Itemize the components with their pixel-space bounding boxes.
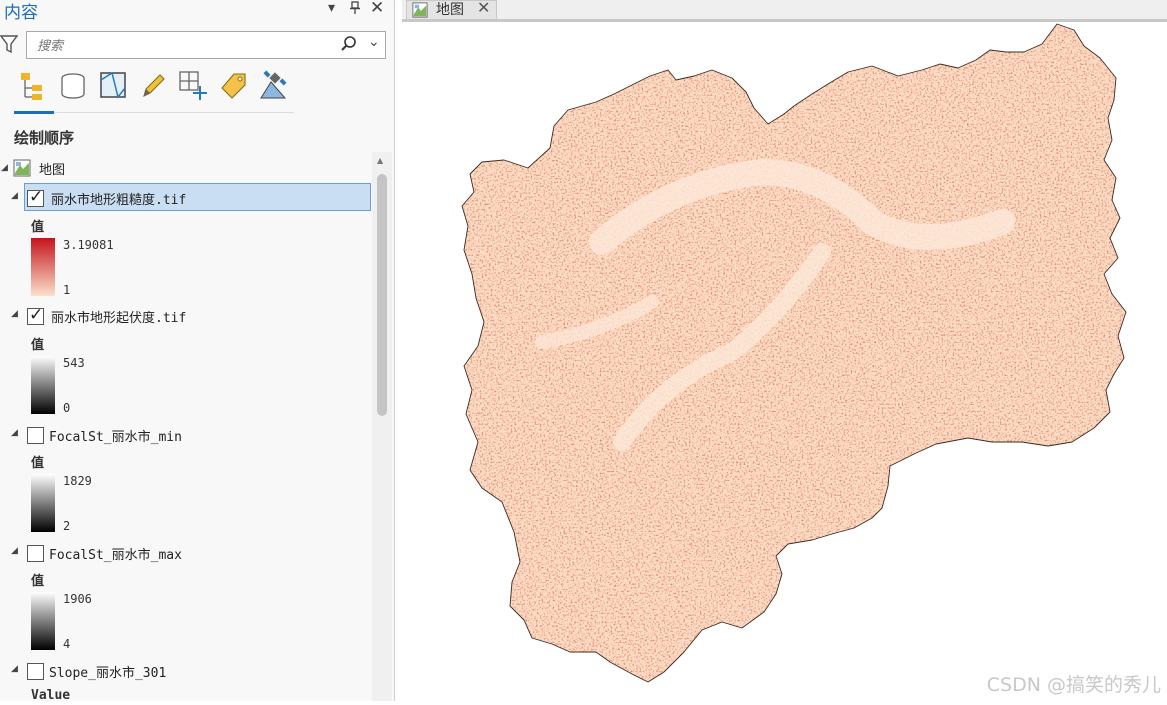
chevron-down-icon[interactable]: ⌄ <box>368 34 380 50</box>
close-tab-icon[interactable]: ✕ <box>477 0 490 17</box>
map-canvas[interactable]: CSDN @搞笑的秀儿 <box>402 22 1167 701</box>
layer-name[interactable]: Slope_丽水市_301 <box>49 662 166 681</box>
lishui-roughness-raster <box>461 23 1127 683</box>
search-input[interactable] <box>35 37 329 54</box>
layer-visibility-checkbox[interactable] <box>27 663 44 680</box>
selection-icon[interactable] <box>98 70 128 104</box>
color-ramp <box>31 238 55 296</box>
legend-title: 值 <box>31 574 45 589</box>
filter-icon[interactable] <box>0 34 19 58</box>
collapse-triangle-icon[interactable]: ◢ <box>11 546 18 556</box>
tab-map[interactable]: 地图 ✕ <box>406 0 497 19</box>
legend-low-value: 2 <box>63 519 71 533</box>
toolbar-divider <box>54 112 294 113</box>
layer-name[interactable]: FocalSt_丽水市_max <box>49 544 182 563</box>
map-name[interactable]: 地图 <box>39 159 65 178</box>
color-ramp <box>31 356 55 414</box>
layer-name[interactable]: 丽水市地形起伏度.tif <box>51 307 186 326</box>
layer-name[interactable]: 丽水市地形粗糙度.tif <box>51 189 186 208</box>
vertical-scrollbar[interactable]: ▲ <box>372 152 392 701</box>
search-icon[interactable] <box>341 35 357 57</box>
color-ramp <box>31 592 55 650</box>
collapse-triangle-icon[interactable]: ◢ <box>11 309 18 319</box>
list-by-drawing-order-icon[interactable] <box>18 70 48 104</box>
collapse-triangle-icon[interactable]: ◢ <box>11 428 18 438</box>
view-tab-bar <box>402 0 1167 20</box>
section-title: 绘制顺序 <box>14 129 75 147</box>
legend-high-value: 3.19081 <box>63 238 114 252</box>
active-tool-underline <box>14 111 54 114</box>
contents-toolbar <box>14 70 314 110</box>
layer-visibility-checkbox[interactable] <box>27 545 44 562</box>
search-row: ⌄ <box>0 30 392 62</box>
map-tab-label: 地图 <box>436 2 464 18</box>
legend-title: 值 <box>31 456 45 471</box>
legend-title: 值 <box>31 338 45 353</box>
layer-tree: ◢ 地图 ◢ 丽水市地形粗糙度.tif 值 3.19081 1 ◢ 丽水市地形起… <box>0 152 372 701</box>
contents-pane: 内容 ▾ ✕ ⌄ <box>0 0 395 701</box>
scroll-up-icon[interactable]: ▲ <box>377 156 383 165</box>
search-box[interactable]: ⌄ <box>26 31 386 59</box>
pin-icon[interactable] <box>349 1 361 19</box>
watermark: CSDN @搞笑的秀儿 <box>986 674 1161 696</box>
legend-title: 值 <box>31 220 45 235</box>
legend-high-value: 543 <box>63 356 85 370</box>
close-pane-icon[interactable]: ✕ <box>370 0 384 18</box>
collapse-triangle-icon[interactable]: ◢ <box>11 191 18 201</box>
database-icon[interactable] <box>58 70 88 104</box>
collapse-triangle-icon[interactable]: ◢ <box>1 163 8 173</box>
snapping-icon[interactable] <box>178 70 208 104</box>
satellite-icon[interactable] <box>258 70 288 104</box>
color-ramp <box>31 474 55 532</box>
legend-low-value: 0 <box>63 401 71 415</box>
legend-high-value: 1829 <box>63 474 92 488</box>
pane-options-icon[interactable]: ▾ <box>328 0 335 16</box>
legend-high-value: 1906 <box>63 592 92 606</box>
layer-visibility-checkbox[interactable] <box>27 187 44 207</box>
legend-low-value: 1 <box>63 283 71 297</box>
pencil-icon[interactable] <box>138 70 168 104</box>
legend-low-value: 4 <box>63 637 71 651</box>
scrollbar-thumb[interactable] <box>377 174 387 416</box>
layer-name[interactable]: FocalSt_丽水市_min <box>49 426 182 445</box>
legend-title: Value <box>31 688 71 701</box>
layer-visibility-checkbox[interactable] <box>27 305 44 325</box>
layer-visibility-checkbox[interactable] <box>27 427 44 444</box>
pane-title: 内容 <box>4 3 38 23</box>
label-tag-icon[interactable] <box>218 70 248 104</box>
collapse-triangle-icon[interactable]: ◢ <box>11 664 18 674</box>
map-icon <box>13 159 31 181</box>
